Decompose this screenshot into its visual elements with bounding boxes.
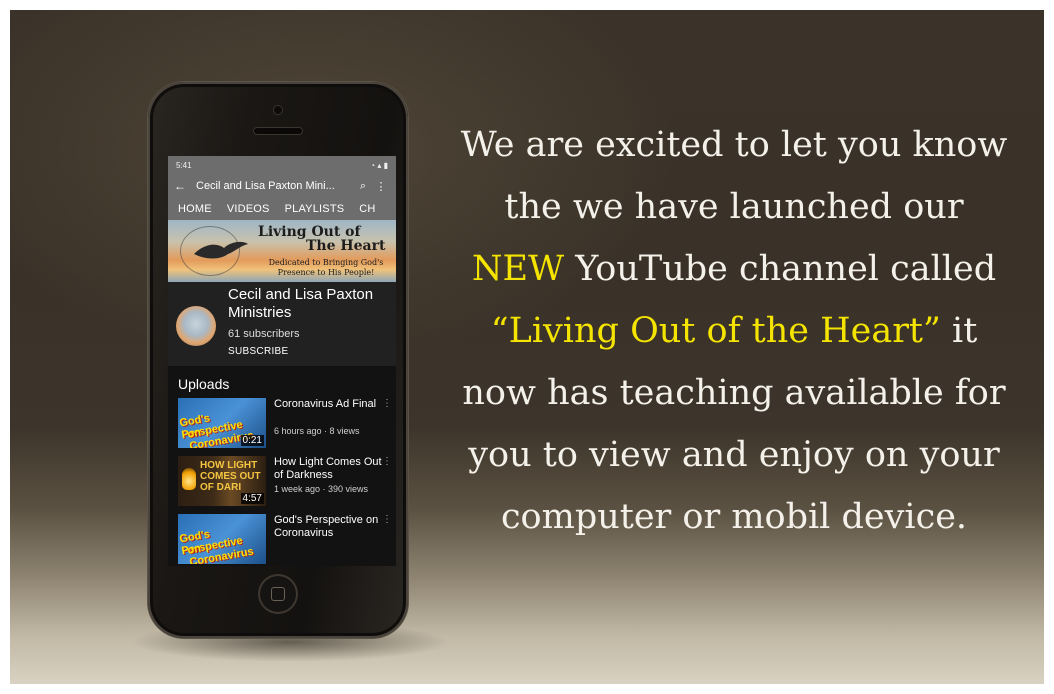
search-icon[interactable]: ⌕ xyxy=(354,180,372,193)
video-thumbnail[interactable]: HOW LIGHT COMES OUT OF DARI 4:57 xyxy=(178,456,266,506)
video-duration: 4:57 xyxy=(240,493,264,504)
video-item[interactable]: God's Perspective on Coronavirus 0:21 Co… xyxy=(168,398,396,456)
channel-banner: Living Out of The Heart Dedicated to Bri… xyxy=(168,220,396,282)
phone-screen: 5:41 ◔ ▴ ▮ ← Cecil and Lisa Paxton Mini.… xyxy=(168,156,396,566)
app-bar: ← Cecil and Lisa Paxton Mini... ⌕ ⋮ xyxy=(168,174,396,198)
video-item[interactable]: God's Perspective on Coronavirus God's P… xyxy=(168,514,396,566)
tab-home[interactable]: HOME xyxy=(178,203,212,215)
announcement-text: We are excited to let you know the we ha… xyxy=(460,114,1008,548)
banner-subtitle: Dedicated to Bringing God's Presence to … xyxy=(262,258,390,278)
video-item[interactable]: HOW LIGHT COMES OUT OF DARI 4:57 How Lig… xyxy=(168,456,396,514)
banner-subtitle-line1: Dedicated to Bringing God's xyxy=(268,258,384,267)
uploads-heading: Uploads xyxy=(178,376,230,392)
video-title[interactable]: How Light Comes Out of Darkness xyxy=(274,456,382,482)
home-square-icon xyxy=(271,587,285,601)
video-meta: 6 hours ago · 8 views xyxy=(274,426,360,436)
tab-videos[interactable]: VIDEOS xyxy=(227,203,270,215)
channel-name: Cecil and Lisa Paxton Ministries xyxy=(228,286,374,321)
thumbnail-text: OF DARI xyxy=(200,482,242,493)
home-button xyxy=(260,576,296,612)
banner-title-line2: The Heart xyxy=(306,238,386,254)
video-duration: 0:21 xyxy=(240,435,264,446)
video-more-icon[interactable]: ⋮ xyxy=(382,514,392,525)
thumbnail-text: HOW LIGHT xyxy=(200,460,258,471)
thumbnail-text: COMES OUT xyxy=(200,471,261,482)
video-title[interactable]: Coronavirus Ad Final xyxy=(274,398,382,411)
front-camera-icon xyxy=(274,106,282,114)
status-bar: 5:41 ◔ ▴ ▮ xyxy=(168,156,396,174)
video-title[interactable]: God's Perspective on Coronavirus xyxy=(274,514,382,540)
banner-subtitle-line2: Presence to His People! xyxy=(277,268,375,277)
channel-header: Cecil and Lisa Paxton Ministries 61 subs… xyxy=(168,282,396,366)
more-vert-icon[interactable]: ⋮ xyxy=(372,180,390,193)
status-time: 5:41 xyxy=(176,160,192,170)
subscribe-button[interactable]: SUBSCRIBE xyxy=(228,346,289,357)
channel-title: Cecil and Lisa Paxton Mini... xyxy=(196,180,335,192)
video-thumbnail[interactable]: God's Perspective on Coronavirus 0:21 xyxy=(178,398,266,448)
earpiece-speaker xyxy=(254,128,302,134)
new-highlight: NEW xyxy=(471,249,565,289)
dove-icon xyxy=(194,241,248,259)
subscriber-count: 61 subscribers xyxy=(228,328,300,340)
channel-name-highlight: “Living Out of the Heart” xyxy=(490,311,941,351)
status-icons: ◔ ▴ ▮ xyxy=(370,160,388,170)
tab-channels[interactable]: CH xyxy=(359,203,375,215)
channel-tabs: HOME VIDEOS PLAYLISTS CH xyxy=(168,198,396,220)
light-bulb-icon xyxy=(182,468,196,490)
announcement-part2: YouTube channel called xyxy=(564,249,997,289)
channel-avatar[interactable] xyxy=(176,306,216,346)
video-thumbnail[interactable]: God's Perspective on Coronavirus xyxy=(178,514,266,564)
video-more-icon[interactable]: ⋮ xyxy=(382,398,392,409)
tab-playlists[interactable]: PLAYLISTS xyxy=(285,203,345,215)
announcement-part1: We are excited to let you know the we ha… xyxy=(460,125,1008,227)
video-more-icon[interactable]: ⋮ xyxy=(382,456,392,467)
back-arrow-icon[interactable]: ← xyxy=(174,179,190,193)
promo-image: 5:41 ◔ ▴ ▮ ← Cecil and Lisa Paxton Mini.… xyxy=(10,10,1044,684)
video-meta: 1 week ago · 390 views xyxy=(274,484,369,494)
